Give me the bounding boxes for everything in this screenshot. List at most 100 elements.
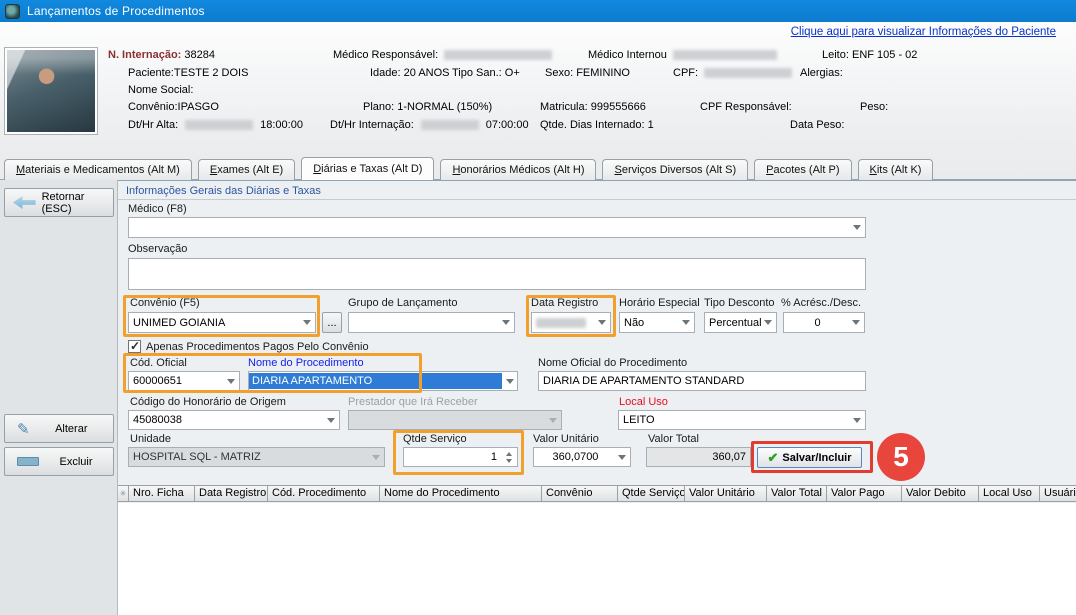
medico-resp-redacted-value <box>444 50 552 60</box>
apenas-pagos-label: Apenas Procedimentos Pagos Pelo Convênio <box>146 341 369 353</box>
column-nro-ficha[interactable]: Nro. Ficha <box>129 486 195 501</box>
tab-exames[interactable]: Exames (Alt E) <box>198 159 295 180</box>
convenio-label: Convênio: <box>128 101 178 113</box>
column-cod-procedimento[interactable]: Cód. Procedimento <box>268 486 380 501</box>
peso-label: Peso: <box>860 101 888 113</box>
cod-honorario-label: Código do Honorário de Origem <box>130 396 286 408</box>
nome-oficial-input[interactable]: DIARIA DE APARTAMENTO STANDARD <box>538 371 866 391</box>
medico-resp-label: Médico Responsável: <box>333 49 438 61</box>
cod-honorario-combobox[interactable]: 45080038 <box>128 410 340 430</box>
data-registro-combobox[interactable] <box>531 312 611 333</box>
convenio-browse-button[interactable]: ... <box>322 312 342 333</box>
field-alergias: Alergias: <box>800 67 843 79</box>
spin-down-icon[interactable] <box>506 459 512 463</box>
tab-materiais-medicamentos[interactable]: Materiais e Medicamentos (Alt M) <box>4 159 192 180</box>
valor-unitario-combobox[interactable]: 360,0700 <box>533 447 631 467</box>
field-sexo: Sexo: FEMININO <box>545 67 630 79</box>
cod-honorario-value: 45080038 <box>133 414 182 426</box>
valor-unitario-label: Valor Unitário <box>533 433 599 445</box>
chevron-down-icon <box>764 320 772 325</box>
data-peso-label: Data Peso: <box>790 119 844 131</box>
app-window: Lançamentos de Procedimentos Clique aqui… <box>0 0 1076 615</box>
sexo-label: Sexo: <box>545 67 573 79</box>
observacao-label: Observação <box>128 243 187 255</box>
grid-header: ✳ Nro. Ficha Data Registro Cód. Procedim… <box>118 485 1076 502</box>
field-nome-social: Nome Social: <box>128 84 193 96</box>
alergias-label: Alergias: <box>800 67 843 79</box>
spinner-buttons[interactable] <box>503 452 515 463</box>
cod-oficial-value: 60000651 <box>133 375 182 387</box>
column-valor-total[interactable]: Valor Total <box>767 486 827 501</box>
unidade-combobox: HOSPITAL SQL - MATRIZ <box>128 447 385 467</box>
convenio-f5-combobox[interactable]: UNIMED GOIANIA <box>128 312 316 333</box>
field-dt-alta: Dt/Hr Alta: 18:00:00 <box>128 119 303 131</box>
prestador-combobox <box>348 410 562 430</box>
observacao-input[interactable] <box>128 258 866 290</box>
column-local-uso[interactable]: Local Uso <box>979 486 1040 501</box>
excluir-label: Excluir <box>49 456 103 468</box>
leito-value: ENF 105 - 02 <box>852 49 917 61</box>
nome-procedimento-combobox[interactable]: DIARIA APARTAMENTO <box>248 371 518 391</box>
column-qtde-servico[interactable]: Qtde Serviço <box>618 486 685 501</box>
medico-f8-combobox[interactable] <box>128 217 866 238</box>
salvar-incluir-button[interactable]: ✔ Salvar/Incluir <box>757 447 862 468</box>
convenio-f5-label: Convênio (F5) <box>130 297 200 309</box>
chevron-down-icon <box>852 320 860 325</box>
tab-strip: Materiais e Medicamentos (Alt M) Exames … <box>4 157 939 180</box>
n-internacao-label: N. Internação: <box>108 49 181 61</box>
field-matricula: Matricula: 999555666 <box>540 101 646 113</box>
tab-kits[interactable]: Kits (Alt K) <box>858 159 934 180</box>
tab-pacotes[interactable]: Pacotes (Alt P) <box>754 159 851 180</box>
prestador-label: Prestador que Irá Receber <box>348 396 478 408</box>
column-valor-pago[interactable]: Valor Pago <box>827 486 902 501</box>
horario-especial-combobox[interactable]: Não <box>619 312 695 333</box>
field-tipo-sanguineo: Tipo San.: O+ <box>452 67 520 79</box>
medico-internou-label: Médico Internou <box>588 49 667 61</box>
medico-internou-redacted-value <box>673 50 777 60</box>
unidade-value: HOSPITAL SQL - MATRIZ <box>133 451 261 463</box>
column-valor-unitario[interactable]: Valor Unitário <box>685 486 767 501</box>
row-indicator-column: ✳ <box>118 486 129 501</box>
qtde-dias-value: 1 <box>648 119 654 131</box>
local-uso-combobox[interactable]: LEITO <box>618 410 866 430</box>
valor-total-value: 360,07 <box>712 451 746 463</box>
alterar-button[interactable]: ✎ Alterar <box>4 414 114 443</box>
excluir-button[interactable]: Excluir <box>4 447 114 476</box>
field-leito: Leito: ENF 105 - 02 <box>822 49 917 61</box>
field-medico-responsavel: Médico Responsável: <box>333 49 552 61</box>
salvar-incluir-label: Salvar/Incluir <box>782 452 851 464</box>
tab-honorarios-medicos[interactable]: Honorários Médicos (Alt H) <box>440 159 596 180</box>
column-data-registro[interactable]: Data Registro <box>195 486 268 501</box>
column-nome-procedimento[interactable]: Nome do Procedimento <box>380 486 542 501</box>
grid-empty-area[interactable] <box>118 503 1076 615</box>
chevron-down-icon <box>327 418 335 423</box>
spin-up-icon[interactable] <box>506 452 512 456</box>
paciente-value: TESTE 2 DOIS <box>174 67 249 79</box>
dt-alta-time: 18:00:00 <box>260 119 303 131</box>
retornar-button[interactable]: Retornar (ESC) <box>4 188 114 217</box>
tipo-desconto-combobox[interactable]: Percentual <box>704 312 777 333</box>
alterar-label: Alterar <box>40 423 103 435</box>
plano-value: 1-NORMAL (150%) <box>397 101 492 113</box>
field-plano: Plano: 1-NORMAL (150%) <box>363 101 492 113</box>
column-convenio[interactable]: Convênio <box>542 486 618 501</box>
column-usuario[interactable]: Usuário <box>1040 486 1076 501</box>
dt-alta-label: Dt/Hr Alta: <box>128 119 178 131</box>
qtde-servico-stepper[interactable]: 1 <box>403 447 518 467</box>
cod-oficial-combobox[interactable]: 60000651 <box>128 371 240 391</box>
tab-servicos-diversos[interactable]: Serviços Diversos (Alt S) <box>602 159 748 180</box>
acresc-desc-value: 0 <box>814 317 825 329</box>
column-valor-debito[interactable]: Valor Debito <box>902 486 979 501</box>
tab-diarias-taxas[interactable]: Diárias e Taxas (Alt D) <box>301 157 434 180</box>
grupo-lancamento-combobox[interactable] <box>348 312 515 333</box>
qtde-servico-value: 1 <box>404 451 503 463</box>
apenas-pagos-checkbox[interactable] <box>128 340 141 353</box>
n-internacao-value: 38284 <box>184 49 215 61</box>
cod-oficial-label: Cód. Oficial <box>130 357 187 369</box>
data-registro-redacted-value <box>536 318 586 328</box>
matricula-label: Matricula: <box>540 101 588 113</box>
patient-info-link[interactable]: Clique aqui para visualizar Informações … <box>791 26 1056 38</box>
valor-total-field: 360,07 <box>646 447 751 467</box>
acresc-desc-combobox[interactable]: 0 <box>783 312 865 333</box>
idade-value: 20 ANOS <box>404 67 450 79</box>
